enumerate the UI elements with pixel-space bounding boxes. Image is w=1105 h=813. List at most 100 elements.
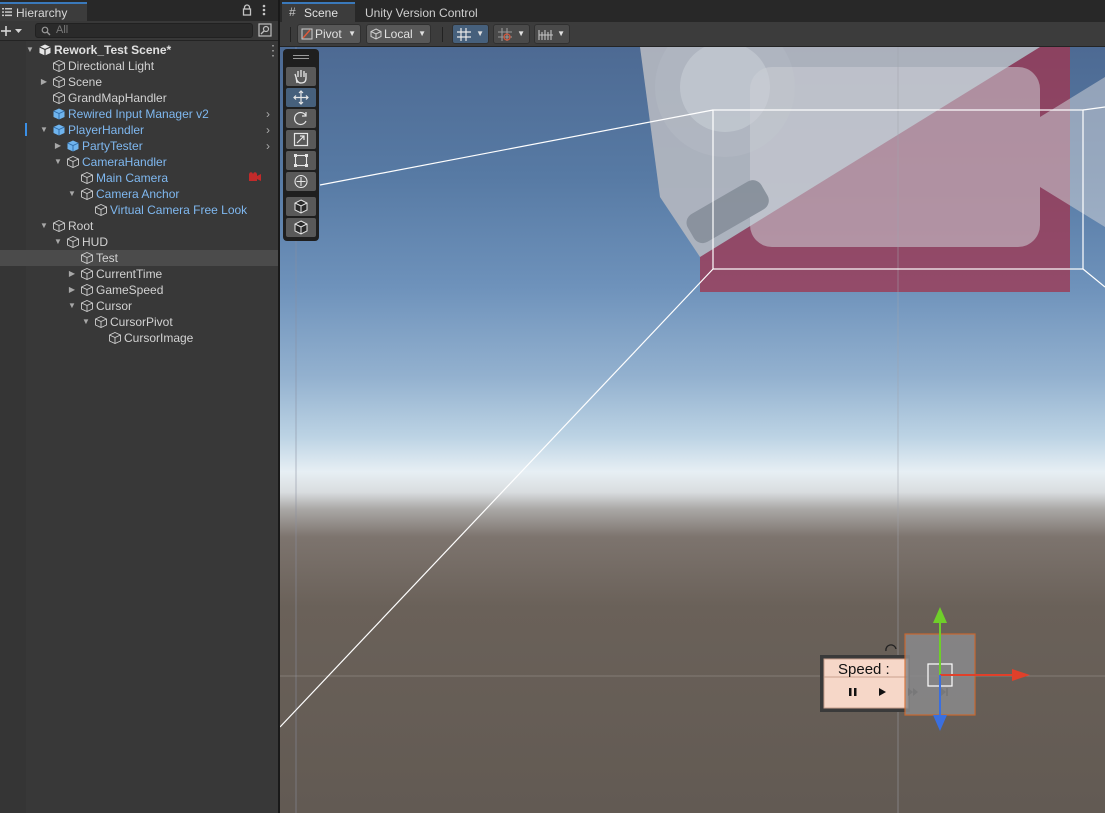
rect-tool-button[interactable] bbox=[286, 151, 316, 170]
scene-viewport[interactable]: Speed : bbox=[280, 47, 1105, 813]
toolbar-separator bbox=[442, 27, 443, 42]
toolbar-separator bbox=[290, 27, 291, 42]
hierarchy-row[interactable]: Directional Light bbox=[0, 58, 278, 74]
hierarchy-row[interactable]: Main Camera bbox=[0, 170, 278, 186]
gameobject-cube-icon bbox=[53, 220, 65, 232]
hierarchy-row[interactable]: ▼ Rework_Test Scene* ⋮ bbox=[0, 42, 280, 58]
open-prefab-chevron-icon[interactable]: › bbox=[266, 122, 270, 138]
chevron-down-icon: ▼ bbox=[476, 29, 484, 38]
hierarchy-row[interactable]: ▼ Root bbox=[0, 218, 278, 234]
expand-down-arrow-icon[interactable]: ▼ bbox=[67, 298, 77, 314]
tab-scene[interactable]: # Scene bbox=[282, 2, 355, 22]
hierarchy-row[interactable]: ▼ HUD bbox=[0, 234, 278, 250]
vertex-snap-button[interactable]: ▼ bbox=[534, 24, 570, 44]
tab-unity-version-control[interactable]: Unity Version Control bbox=[360, 2, 478, 22]
hierarchy-row-label: Root bbox=[68, 219, 94, 233]
lock-icon[interactable] bbox=[242, 4, 252, 16]
hierarchy-row[interactable]: GrandMapHandler bbox=[0, 90, 278, 106]
expand-right-arrow-icon[interactable]: ▶ bbox=[67, 266, 77, 282]
expand-down-arrow-icon[interactable]: ▼ bbox=[67, 186, 77, 202]
gameobject-cube-icon bbox=[53, 60, 65, 72]
hierarchy-row-label: PlayerHandler bbox=[68, 123, 145, 137]
move-gizmo[interactable] bbox=[885, 607, 1030, 731]
hierarchy-row[interactable]: Test bbox=[0, 250, 278, 266]
prefab-cube-icon bbox=[53, 108, 65, 120]
hierarchy-row[interactable]: Virtual Camera Free Look bbox=[0, 202, 278, 218]
grid-snap-icon bbox=[457, 28, 471, 41]
list-icon bbox=[2, 8, 12, 17]
open-prefab-chevron-icon[interactable]: › bbox=[266, 106, 270, 122]
gameobject-cube-icon bbox=[53, 76, 65, 88]
scene-grid-icon: # bbox=[289, 5, 296, 19]
grid-snap-button[interactable]: ▼ bbox=[452, 24, 489, 44]
gameobject-cube-icon bbox=[95, 316, 107, 328]
unity-scene-icon bbox=[39, 44, 51, 56]
local-cube-icon bbox=[370, 28, 382, 40]
hierarchy-row-label: Main Camera bbox=[96, 171, 169, 185]
hierarchy-row-label: Camera Anchor bbox=[96, 187, 180, 201]
search-icon bbox=[41, 26, 51, 36]
hierarchy-row[interactable]: ▶ CurrentTime bbox=[0, 266, 278, 282]
hierarchy-row[interactable]: ▶ Scene bbox=[0, 74, 278, 90]
open-prefab-chevron-icon[interactable]: › bbox=[266, 138, 270, 154]
local-dropdown[interactable]: Local ▼ bbox=[366, 24, 431, 44]
scale-tool-button[interactable] bbox=[286, 130, 316, 149]
search-placeholder: All bbox=[56, 24, 69, 36]
hierarchy-row[interactable]: CursorImage bbox=[0, 330, 278, 346]
hierarchy-row-label: HUD bbox=[82, 235, 108, 249]
hierarchy-row-label: PartyTester bbox=[82, 139, 143, 153]
prefab-cube-icon bbox=[67, 140, 79, 152]
move-arrows-icon bbox=[293, 90, 309, 105]
move-tool-button[interactable] bbox=[286, 88, 316, 107]
hierarchy-row-label: Cursor bbox=[96, 299, 133, 313]
hierarchy-row-label: GameSpeed bbox=[96, 283, 164, 297]
search-filter-icon[interactable] bbox=[258, 23, 273, 38]
tab-hierarchy[interactable]: Hierarchy bbox=[0, 2, 87, 21]
component-tool-button[interactable] bbox=[286, 218, 316, 237]
expand-down-arrow-icon[interactable]: ▼ bbox=[39, 122, 49, 138]
tab-scene-label: Scene bbox=[304, 6, 339, 20]
expand-down-arrow-icon[interactable]: ▼ bbox=[25, 42, 35, 58]
search-input[interactable]: All bbox=[35, 23, 253, 38]
rotate-icon bbox=[293, 111, 307, 126]
hierarchy-row-label: Virtual Camera Free Look bbox=[110, 203, 248, 217]
transform-tool-button[interactable] bbox=[286, 172, 316, 191]
drag-handle-icon[interactable] bbox=[292, 54, 310, 60]
expand-right-arrow-icon[interactable]: ▶ bbox=[67, 282, 77, 298]
gameobject-cube-icon bbox=[81, 252, 93, 264]
hierarchy-row-label: Rework_Test Scene* bbox=[54, 43, 172, 57]
custom-tool-button[interactable] bbox=[286, 197, 316, 216]
hierarchy-row[interactable]: Rewired Input Manager v2 › bbox=[0, 106, 278, 122]
gameobject-cube-icon bbox=[81, 188, 93, 200]
hierarchy-row[interactable]: ▼ CursorPivot bbox=[0, 314, 278, 330]
hierarchy-row-label: Scene bbox=[68, 75, 103, 89]
local-label: Local bbox=[384, 27, 413, 41]
hierarchy-row[interactable]: ▶ GameSpeed bbox=[0, 282, 278, 298]
expand-down-arrow-icon[interactable]: ▼ bbox=[53, 234, 63, 250]
hierarchy-row[interactable]: ▼ PlayerHandler › bbox=[0, 122, 278, 138]
increment-snap-button[interactable]: ▼ bbox=[493, 24, 530, 44]
rotate-tool-button[interactable] bbox=[286, 109, 316, 128]
gameobject-cube-icon bbox=[81, 268, 93, 280]
hand-icon bbox=[294, 70, 307, 84]
expand-right-arrow-icon[interactable]: ▶ bbox=[53, 138, 63, 154]
camera-gizmo-icon bbox=[640, 47, 1105, 292]
pivot-dropdown[interactable]: Pivot ▼ bbox=[297, 24, 361, 44]
expand-down-arrow-icon[interactable]: ▼ bbox=[39, 218, 49, 234]
hierarchy-row[interactable]: ▼ Cursor bbox=[0, 298, 278, 314]
expand-down-arrow-icon[interactable]: ▼ bbox=[53, 154, 63, 170]
view-tool-button[interactable] bbox=[286, 67, 316, 86]
tab-hierarchy-label: Hierarchy bbox=[16, 6, 68, 20]
component-tool-icon bbox=[294, 220, 308, 235]
tab-uvc-label: Unity Version Control bbox=[365, 6, 478, 20]
hierarchy-row[interactable]: ▼ Camera Anchor bbox=[0, 186, 278, 202]
hierarchy-row[interactable]: ▼ CameraHandler bbox=[0, 154, 278, 170]
hierarchy-row-label: GrandMapHandler bbox=[68, 91, 167, 105]
hierarchy-row[interactable]: ▶ PartyTester › bbox=[0, 138, 278, 154]
add-button[interactable] bbox=[0, 22, 28, 40]
expand-down-arrow-icon[interactable]: ▼ bbox=[81, 314, 91, 330]
more-options-icon[interactable] bbox=[261, 3, 267, 17]
expand-right-arrow-icon[interactable]: ▶ bbox=[39, 74, 49, 90]
hierarchy-row-label: CameraHandler bbox=[82, 155, 167, 169]
hierarchy-row-label: Rewired Input Manager v2 bbox=[68, 107, 209, 121]
